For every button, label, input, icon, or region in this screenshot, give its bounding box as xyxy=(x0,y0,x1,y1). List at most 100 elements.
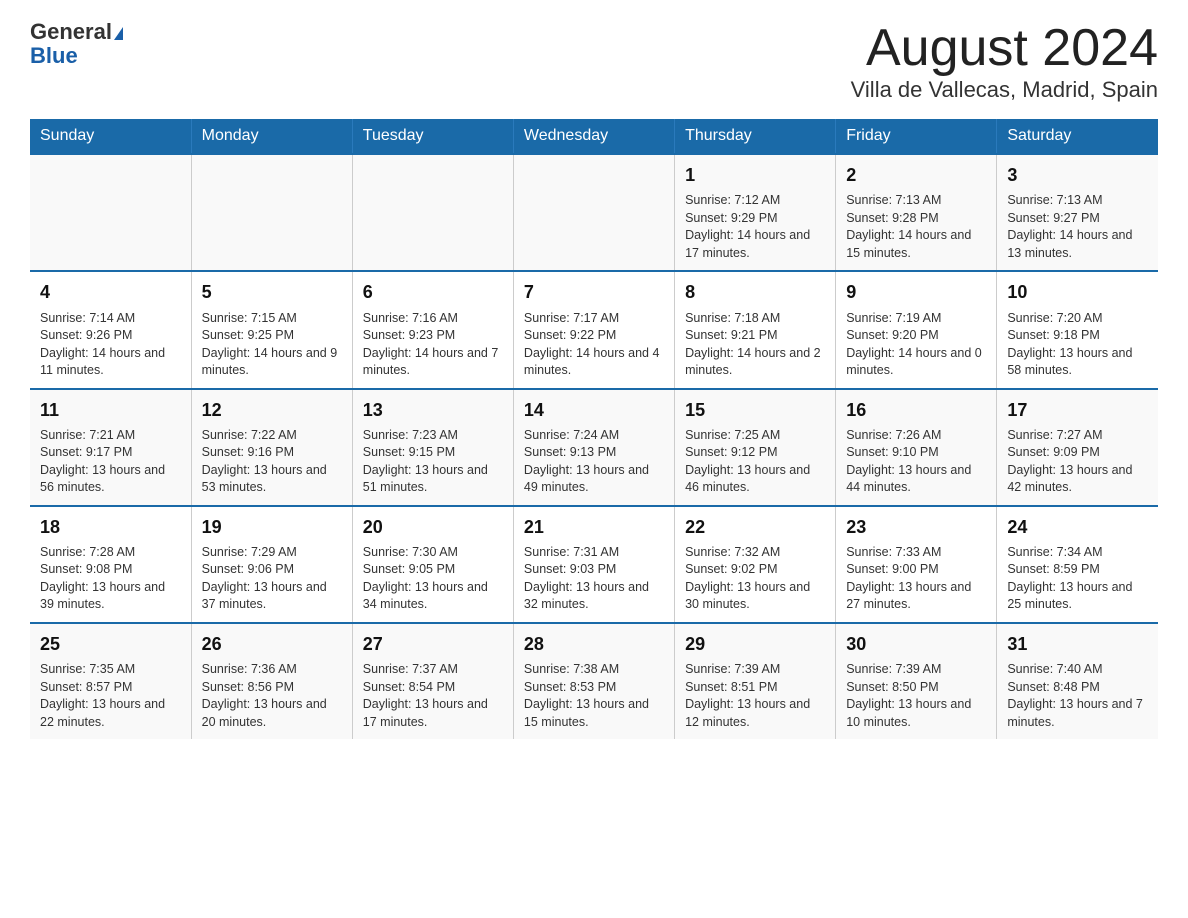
day-number: 27 xyxy=(363,632,503,657)
day-info: Sunrise: 7:13 AMSunset: 9:27 PMDaylight:… xyxy=(1007,192,1148,262)
day-info: Sunrise: 7:31 AMSunset: 9:03 PMDaylight:… xyxy=(524,544,664,614)
day-info: Sunrise: 7:22 AMSunset: 9:16 PMDaylight:… xyxy=(202,427,342,497)
header-friday: Friday xyxy=(836,119,997,154)
day-info: Sunrise: 7:23 AMSunset: 9:15 PMDaylight:… xyxy=(363,427,503,497)
day-number: 16 xyxy=(846,398,986,423)
day-number: 20 xyxy=(363,515,503,540)
day-info: Sunrise: 7:17 AMSunset: 9:22 PMDaylight:… xyxy=(524,310,664,380)
day-number: 19 xyxy=(202,515,342,540)
cell-week5-day4: 28Sunrise: 7:38 AMSunset: 8:53 PMDayligh… xyxy=(513,623,674,739)
cell-week1-day1 xyxy=(30,154,191,271)
day-info: Sunrise: 7:28 AMSunset: 9:08 PMDaylight:… xyxy=(40,544,181,614)
logo-triangle-icon xyxy=(114,27,123,40)
cell-week1-day2 xyxy=(191,154,352,271)
week-row-3: 11 Sunrise: 7:21 AMSunset: 9:17 PMDayligh… xyxy=(30,389,1158,506)
cell-week2-day6: 9 Sunrise: 7:19 AMSunset: 9:20 PMDaylight… xyxy=(836,271,997,388)
day-info: Sunrise: 7:16 AMSunset: 9:23 PMDaylight:… xyxy=(363,310,503,380)
cell-week1-day4 xyxy=(513,154,674,271)
calendar-header: Sunday Monday Tuesday Wednesday Thursday… xyxy=(30,119,1158,154)
weekday-header-row: Sunday Monday Tuesday Wednesday Thursday… xyxy=(30,119,1158,154)
cell-week3-day3: 13Sunrise: 7:23 AMSunset: 9:15 PMDayligh… xyxy=(352,389,513,506)
day-number: 8 xyxy=(685,280,825,305)
day-number: 12 xyxy=(202,398,342,423)
cell-week5-day3: 27Sunrise: 7:37 AMSunset: 8:54 PMDayligh… xyxy=(352,623,513,739)
day-info: Sunrise: 7:38 AMSunset: 8:53 PMDaylight:… xyxy=(524,661,664,731)
cell-week4-day7: 24 Sunrise: 7:34 AMSunset: 8:59 PMDayligh… xyxy=(997,506,1158,623)
day-number: 24 xyxy=(1007,515,1148,540)
day-number: 11 xyxy=(40,398,181,423)
day-number: 23 xyxy=(846,515,986,540)
calendar-title: August 2024 xyxy=(851,20,1158,77)
day-info: Sunrise: 7:35 AMSunset: 8:57 PMDaylight:… xyxy=(40,661,181,731)
cell-week1-day7: 3Sunrise: 7:13 AMSunset: 9:27 PMDaylight… xyxy=(997,154,1158,271)
day-info: Sunrise: 7:34 AMSunset: 8:59 PMDaylight:… xyxy=(1007,544,1148,614)
cell-week2-day2: 5 Sunrise: 7:15 AMSunset: 9:25 PMDaylight… xyxy=(191,271,352,388)
cell-week2-day7: 10 Sunrise: 7:20 AMSunset: 9:18 PMDayligh… xyxy=(997,271,1158,388)
cell-week2-day3: 6 Sunrise: 7:16 AMSunset: 9:23 PMDaylight… xyxy=(352,271,513,388)
week-row-5: 25 Sunrise: 7:35 AMSunset: 8:57 PMDayligh… xyxy=(30,623,1158,739)
day-info: Sunrise: 7:20 AMSunset: 9:18 PMDaylight:… xyxy=(1007,310,1148,380)
day-info: Sunrise: 7:36 AMSunset: 8:56 PMDaylight:… xyxy=(202,661,342,731)
cell-week3-day1: 11 Sunrise: 7:21 AMSunset: 9:17 PMDayligh… xyxy=(30,389,191,506)
day-number: 22 xyxy=(685,515,825,540)
day-info: Sunrise: 7:27 AMSunset: 9:09 PMDaylight:… xyxy=(1007,427,1148,497)
calendar-body: 1 Sunrise: 7:12 AMSunset: 9:29 PMDaylight… xyxy=(30,154,1158,739)
day-number: 1 xyxy=(685,163,825,188)
day-number: 31 xyxy=(1007,632,1148,657)
day-number: 15 xyxy=(685,398,825,423)
day-info: Sunrise: 7:30 AMSunset: 9:05 PMDaylight:… xyxy=(363,544,503,614)
day-info: Sunrise: 7:29 AMSunset: 9:06 PMDaylight:… xyxy=(202,544,342,614)
day-number: 26 xyxy=(202,632,342,657)
day-number: 2 xyxy=(846,163,986,188)
day-number: 10 xyxy=(1007,280,1148,305)
cell-week3-day2: 12 Sunrise: 7:22 AMSunset: 9:16 PMDayligh… xyxy=(191,389,352,506)
day-info: Sunrise: 7:26 AMSunset: 9:10 PMDaylight:… xyxy=(846,427,986,497)
cell-week1-day6: 2Sunrise: 7:13 AMSunset: 9:28 PMDaylight… xyxy=(836,154,997,271)
cell-week1-day3 xyxy=(352,154,513,271)
day-number: 17 xyxy=(1007,398,1148,423)
cell-week4-day4: 21 Sunrise: 7:31 AMSunset: 9:03 PMDayligh… xyxy=(513,506,674,623)
day-info: Sunrise: 7:24 AMSunset: 9:13 PMDaylight:… xyxy=(524,427,664,497)
day-info: Sunrise: 7:15 AMSunset: 9:25 PMDaylight:… xyxy=(202,310,342,380)
cell-week5-day6: 30Sunrise: 7:39 AMSunset: 8:50 PMDayligh… xyxy=(836,623,997,739)
header-saturday: Saturday xyxy=(997,119,1158,154)
cell-week4-day5: 22 Sunrise: 7:32 AMSunset: 9:02 PMDayligh… xyxy=(675,506,836,623)
day-info: Sunrise: 7:18 AMSunset: 9:21 PMDaylight:… xyxy=(685,310,825,380)
day-number: 9 xyxy=(846,280,986,305)
logo-general-text: General xyxy=(30,19,112,44)
day-info: Sunrise: 7:33 AMSunset: 9:00 PMDaylight:… xyxy=(846,544,986,614)
day-number: 4 xyxy=(40,280,181,305)
day-info: Sunrise: 7:32 AMSunset: 9:02 PMDaylight:… xyxy=(685,544,825,614)
cell-week4-day2: 19 Sunrise: 7:29 AMSunset: 9:06 PMDayligh… xyxy=(191,506,352,623)
page-header: General Blue August 2024 Villa de Vallec… xyxy=(30,20,1158,103)
day-info: Sunrise: 7:25 AMSunset: 9:12 PMDaylight:… xyxy=(685,427,825,497)
day-number: 25 xyxy=(40,632,181,657)
logo: General Blue xyxy=(30,20,123,68)
day-info: Sunrise: 7:39 AMSunset: 8:51 PMDaylight:… xyxy=(685,661,825,731)
calendar-table: Sunday Monday Tuesday Wednesday Thursday… xyxy=(30,119,1158,739)
day-info: Sunrise: 7:12 AMSunset: 9:29 PMDaylight:… xyxy=(685,192,825,262)
day-info: Sunrise: 7:14 AMSunset: 9:26 PMDaylight:… xyxy=(40,310,181,380)
header-thursday: Thursday xyxy=(675,119,836,154)
title-block: August 2024 Villa de Vallecas, Madrid, S… xyxy=(851,20,1158,103)
day-number: 5 xyxy=(202,280,342,305)
cell-week1-day5: 1 Sunrise: 7:12 AMSunset: 9:29 PMDaylight… xyxy=(675,154,836,271)
cell-week3-day7: 17 Sunrise: 7:27 AMSunset: 9:09 PMDayligh… xyxy=(997,389,1158,506)
day-number: 6 xyxy=(363,280,503,305)
day-number: 29 xyxy=(685,632,825,657)
cell-week2-day1: 4 Sunrise: 7:14 AMSunset: 9:26 PMDaylight… xyxy=(30,271,191,388)
day-info: Sunrise: 7:19 AMSunset: 9:20 PMDaylight:… xyxy=(846,310,986,380)
cell-week4-day3: 20 Sunrise: 7:30 AMSunset: 9:05 PMDayligh… xyxy=(352,506,513,623)
cell-week5-day7: 31Sunrise: 7:40 AMSunset: 8:48 PMDayligh… xyxy=(997,623,1158,739)
day-number: 30 xyxy=(846,632,986,657)
day-info: Sunrise: 7:21 AMSunset: 9:17 PMDaylight:… xyxy=(40,427,181,497)
week-row-4: 18 Sunrise: 7:28 AMSunset: 9:08 PMDayligh… xyxy=(30,506,1158,623)
logo-blue-text: Blue xyxy=(30,44,123,68)
cell-week3-day4: 14Sunrise: 7:24 AMSunset: 9:13 PMDayligh… xyxy=(513,389,674,506)
cell-week3-day5: 15 Sunrise: 7:25 AMSunset: 9:12 PMDayligh… xyxy=(675,389,836,506)
day-number: 21 xyxy=(524,515,664,540)
header-monday: Monday xyxy=(191,119,352,154)
header-tuesday: Tuesday xyxy=(352,119,513,154)
day-number: 18 xyxy=(40,515,181,540)
cell-week3-day6: 16 Sunrise: 7:26 AMSunset: 9:10 PMDayligh… xyxy=(836,389,997,506)
